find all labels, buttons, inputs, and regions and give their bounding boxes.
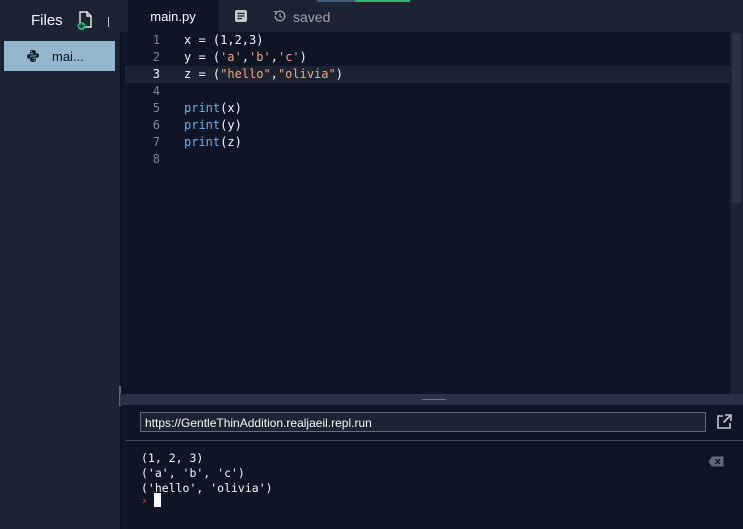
string-token: 'a' [220,50,242,64]
keyword-token: print [184,135,221,149]
keyword-token: print [184,118,221,132]
files-title: Files [31,11,63,29]
header-separator [107,16,109,27]
console-output-line: ('a', 'b', 'c') [141,466,245,480]
code-text: z = ("hello","olivia") [184,67,343,81]
code-line: 1 x = (1,2,3) [125,32,730,49]
file-label: mai... [52,48,84,64]
string-token: "olivia" [277,67,336,81]
code-line: 4 [125,83,730,100]
line-number: 1 [152,33,160,47]
console-panel[interactable]: https://GentleThinAddition.realjaeil.rep… [125,405,743,529]
tab-accent-bar-green [355,0,410,2]
editor-scrollbar[interactable] [730,32,743,394]
line-number: 8 [152,152,160,166]
console-cursor[interactable] [154,493,161,507]
add-file-icon[interactable] [77,10,93,30]
line-number: 4 [152,84,160,98]
file-item-main-py[interactable]: mai... [4,41,115,71]
code-line: 2 y = ('a','b','c') [125,49,730,66]
saved-status: saved [293,9,331,25]
open-in-new-tab-icon[interactable] [715,413,733,431]
history-icon[interactable] [273,9,287,23]
clear-console-icon[interactable] [708,454,724,467]
code-text: print(x) [184,101,242,115]
line-number: 2 [152,50,160,64]
string-token: 'c' [277,50,300,64]
tab-accent-bar [317,0,357,2]
code-line-active: 3 z = ("hello","olivia") [125,66,730,83]
editor-console-resize-bar[interactable] [120,394,743,405]
keyword-token: print [184,101,221,115]
code-line: 7 print(z) [125,134,730,151]
code-line: 5 print(x) [125,100,730,117]
code-text: x = (1,2,3) [184,32,263,49]
code-text: print(y) [184,118,242,132]
python-icon [26,49,40,63]
resize-handle[interactable] [422,399,446,400]
console-prompt-icon: › [141,494,148,507]
repl-url-field[interactable]: https://GentleThinAddition.realjaeil.rep… [140,412,706,432]
document-icon[interactable] [234,9,248,23]
code-fragment: x = (1,2,3) [184,33,264,47]
console-divider [125,440,743,441]
string-token: "hello" [220,67,271,81]
scrollbar-thumb[interactable] [732,33,741,203]
code-line: 6 print(y) [125,117,730,134]
code-text: y = ('a','b','c') [184,50,307,64]
code-editor[interactable]: 1 x = (1,2,3) 2 y = ('a','b','c') 3 z = … [125,32,730,394]
console-output-line: (1, 2, 3) [141,451,204,465]
line-number: 5 [152,101,160,115]
string-token: 'b' [249,50,271,64]
editor-tab-bar: main.py saved [120,0,743,34]
sidebar-header: Files [0,0,120,40]
code-line: 8 [125,151,730,168]
code-text: print(z) [184,135,242,149]
line-number: 6 [152,118,160,132]
tab-main-py[interactable]: main.py [128,0,218,34]
repl-app: Files mai... main.py saved 1 x = (1,2,3)… [0,0,743,529]
line-number: 3 [152,67,160,81]
file-sidebar: Files mai... [0,0,121,529]
line-number: 7 [152,135,160,149]
